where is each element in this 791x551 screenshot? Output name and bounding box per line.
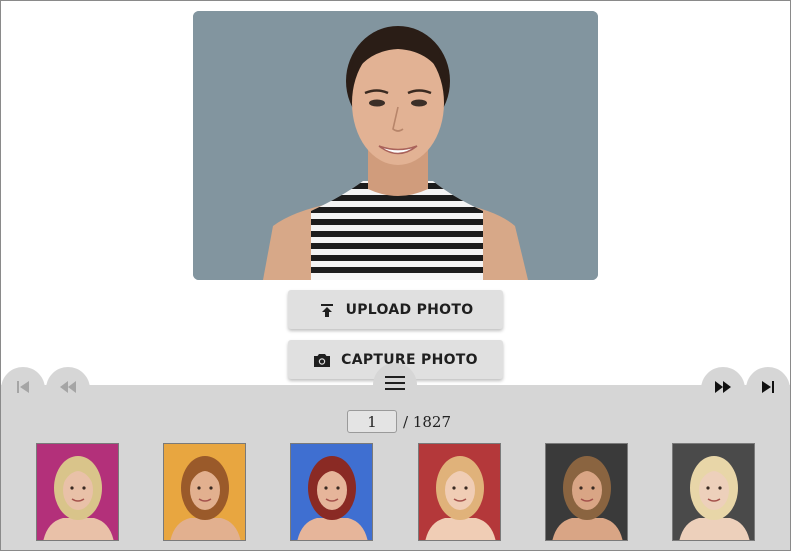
next-page-button[interactable] bbox=[701, 367, 745, 411]
last-page-button[interactable] bbox=[746, 367, 790, 411]
rewind-icon bbox=[59, 380, 77, 398]
thumbnail-1[interactable] bbox=[36, 443, 119, 541]
pagination: / 1827 bbox=[347, 410, 451, 433]
total-pages-text: / 1827 bbox=[403, 412, 451, 431]
app-frame: UPLOAD PHOTO CAPTURE PHOTO / 1827 bbox=[0, 0, 791, 551]
main-photo bbox=[193, 11, 598, 280]
thumbnail-4[interactable] bbox=[418, 443, 501, 541]
capture-photo-label: CAPTURE PHOTO bbox=[341, 351, 478, 368]
menu-toggle-button[interactable] bbox=[373, 363, 417, 407]
upload-icon bbox=[318, 301, 336, 319]
skip-to-start-icon bbox=[16, 380, 30, 398]
thumbnail-3[interactable] bbox=[290, 443, 373, 541]
camera-icon bbox=[313, 351, 331, 369]
fast-forward-icon bbox=[714, 380, 732, 398]
upload-photo-label: UPLOAD PHOTO bbox=[345, 301, 474, 318]
hamburger-menu-icon bbox=[385, 375, 405, 395]
page-number-input[interactable] bbox=[347, 410, 397, 433]
skip-to-end-icon bbox=[761, 380, 775, 398]
upload-photo-button[interactable]: UPLOAD PHOTO bbox=[288, 290, 503, 329]
thumbnail-2[interactable] bbox=[163, 443, 246, 541]
thumbnail-6[interactable] bbox=[672, 443, 755, 541]
previous-page-button[interactable] bbox=[46, 367, 90, 411]
first-page-button[interactable] bbox=[1, 367, 45, 411]
thumbnail-5[interactable] bbox=[545, 443, 628, 541]
